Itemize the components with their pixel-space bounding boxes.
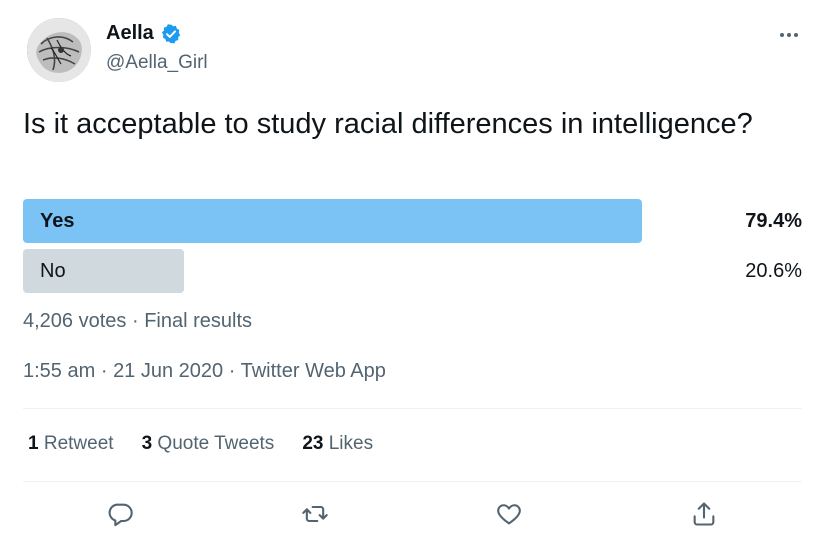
likes-count: 23 <box>302 433 324 454</box>
poll-votes: 4,206 votes <box>23 310 127 332</box>
author-name[interactable]: Aella <box>106 22 154 45</box>
like-icon <box>497 504 521 525</box>
retweets-count: 1 <box>28 433 39 454</box>
retweet-icon <box>302 505 328 523</box>
like-button[interactable] <box>493 498 525 530</box>
poll-option-percent-no: 20.6% <box>745 260 802 282</box>
likes-stat[interactable]: 23 Likes <box>302 433 373 455</box>
tweet-time[interactable]: 1:55 am <box>23 360 95 382</box>
poll-status: Final results <box>144 310 253 332</box>
tweet-text: Is it acceptable to study racial differe… <box>23 108 753 140</box>
tweet-stats: 1 Retweet 3 Quote Tweets 23 Likes <box>28 433 373 455</box>
verified-badge-icon <box>161 23 181 44</box>
retweets-stat[interactable]: 1 Retweet <box>28 433 114 455</box>
poll-option-bar-yes <box>23 199 642 243</box>
tweet-timestamp: 1:55 am · 21 Jun 2020 · Twitter Web App <box>23 360 386 383</box>
avatar-image <box>27 18 91 82</box>
quote-tweets-stat[interactable]: 3 Quote Tweets <box>142 433 275 455</box>
divider <box>23 408 802 409</box>
poll-option-percent-yes: 79.4% <box>745 210 802 232</box>
timestamp-separator: · <box>228 360 236 382</box>
likes-label: Likes <box>328 433 374 454</box>
quote-tweets-count: 3 <box>141 433 153 454</box>
share-button[interactable] <box>688 498 720 530</box>
poll-option-label-no: No <box>40 260 66 282</box>
retweet-button[interactable] <box>299 498 331 530</box>
quote-tweets-label: Quote Tweets <box>157 433 275 454</box>
more-dot-icon <box>780 33 784 37</box>
poll-option-label-yes: Yes <box>40 210 75 232</box>
divider <box>23 481 802 482</box>
poll-meta-separator: · <box>131 310 139 332</box>
share-icon <box>693 502 715 526</box>
reply-button[interactable] <box>104 498 136 530</box>
author-name-row[interactable]: Aella <box>106 22 182 45</box>
more-dot-icon <box>787 33 791 37</box>
poll-meta: 4,206 votes · Final results <box>23 310 252 333</box>
avatar[interactable] <box>27 18 91 82</box>
more-dot-icon <box>794 33 798 37</box>
tweet-source[interactable]: Twitter Web App <box>241 360 386 382</box>
timestamp-separator: · <box>100 360 108 382</box>
author-handle[interactable]: @Aella_Girl <box>106 52 208 74</box>
retweets-label: Retweet <box>43 433 114 454</box>
tweet-date[interactable]: 21 Jun 2020 <box>113 360 223 382</box>
reply-icon <box>108 503 133 527</box>
more-options-button[interactable] <box>776 22 802 48</box>
